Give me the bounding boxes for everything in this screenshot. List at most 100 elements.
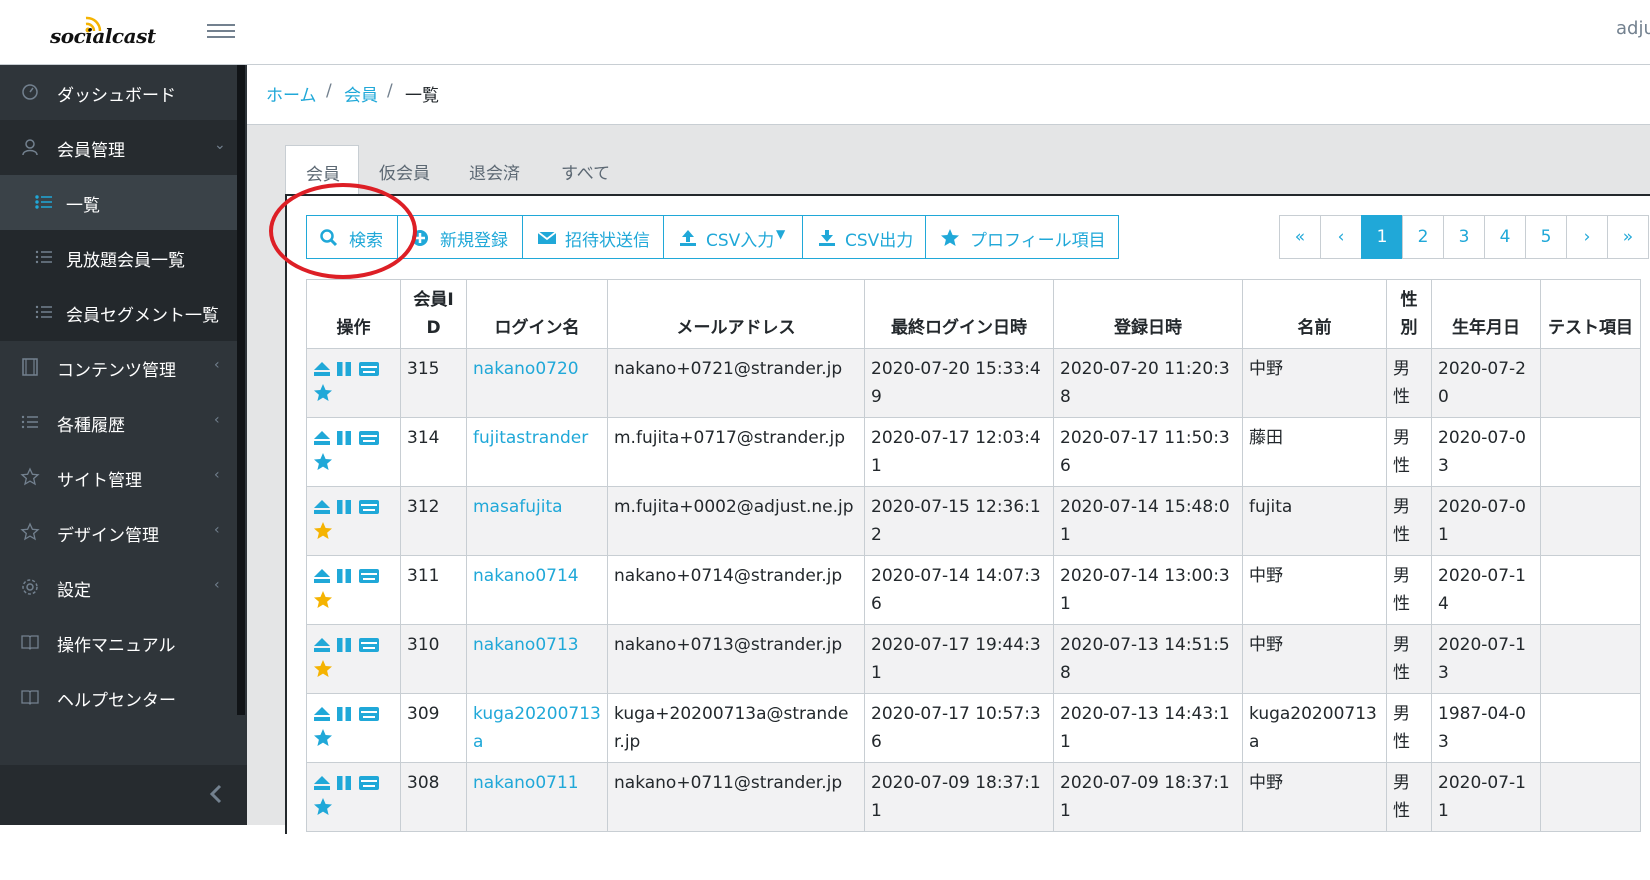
eject-icon[interactable] [313,706,331,722]
column-header[interactable]: 生年月日 [1431,279,1541,349]
sidebar-item-help[interactable]: ヘルプセンター [0,670,237,726]
sidebar-item-member-segments[interactable]: 会員セグメント一覧 [0,285,237,341]
id-card-icon[interactable] [358,568,380,584]
id-card-icon[interactable] [358,499,380,515]
pagination-page-1[interactable]: 1 [1361,215,1403,259]
sidebar-item-manual[interactable]: 操作マニュアル [0,615,237,671]
cell-login[interactable]: fujitastrander [466,417,608,487]
sidebar-item-members[interactable]: 会員管理 ⌄ [0,120,237,176]
sidebar-scrollbar[interactable] [237,65,245,715]
id-card-icon[interactable] [358,775,380,791]
tab-all[interactable]: すべて [541,145,631,195]
sidebar-item-design[interactable]: デザイン管理 ‹ [0,505,237,561]
pause-icon[interactable] [336,499,352,515]
pause-icon[interactable] [336,568,352,584]
pagination-next[interactable]: › [1566,215,1608,259]
user-menu[interactable]: adju [1616,18,1650,39]
pause-icon[interactable] [336,361,352,377]
eject-icon[interactable] [313,637,331,653]
sidebar-item-unlimited-members[interactable]: 見放題会員一覧 [0,230,237,286]
sidebar-item-contents[interactable]: コンテンツ管理 ‹ [0,340,237,396]
eject-icon[interactable] [313,430,331,446]
column-header[interactable]: 登録日時 [1053,279,1243,349]
column-header[interactable]: テスト項目 [1540,279,1641,349]
eject-icon[interactable] [313,568,331,584]
login-name-link[interactable]: nakano0714 [473,566,579,586]
cell-email: nakano+0714@strander.jp [607,555,865,625]
book-icon [20,632,40,652]
cell-value: nakano+0711@strander.jp [614,773,843,793]
csv-import-button[interactable]: CSV入力 ▼ [663,215,803,259]
breadcrumb: ホーム / 会員 / 一覧 [247,65,1650,125]
sidebar-item-dashboard[interactable]: ダッシュボード [0,65,237,121]
star-icon[interactable] [313,383,394,407]
pagination-prev[interactable]: ‹ [1320,215,1362,259]
login-name-link[interactable]: nakano0713 [473,635,579,655]
pause-icon[interactable] [336,775,352,791]
sidebar-item-member-list[interactable]: 一覧 [0,175,237,231]
breadcrumb-home-link[interactable]: ホーム [266,81,317,106]
csv-export-button[interactable]: CSV出力 [802,215,926,259]
tab-members[interactable]: 会員 [285,145,359,195]
column-header[interactable]: ログイン名 [466,279,608,349]
id-card-icon[interactable] [358,637,380,653]
cell-gender: 男性 [1386,693,1432,763]
login-name-link[interactable]: nakano0720 [473,359,579,379]
eject-icon[interactable] [313,775,331,791]
star-icon[interactable] [313,452,394,476]
pagination-last[interactable]: » [1607,215,1649,259]
column-header[interactable]: 性別 [1386,279,1432,349]
tab-withdrawn[interactable]: 退会済 [449,145,541,195]
star-icon[interactable] [313,797,394,821]
pagination-page-2[interactable]: 2 [1402,215,1444,259]
tab-provisional-members[interactable]: 仮会員 [359,145,449,195]
breadcrumb-members-link[interactable]: 会員 [344,81,378,106]
cell-login[interactable]: masafujita [466,486,608,556]
cell-login[interactable]: nakano0714 [466,555,608,625]
star-icon[interactable] [313,728,394,752]
cell-value: 2020-07-14 [1438,566,1526,614]
eject-icon[interactable] [313,499,331,515]
id-card-icon[interactable] [358,361,380,377]
search-button[interactable]: 検索 [306,215,398,259]
column-header[interactable]: メールアドレス [607,279,865,349]
cell-login[interactable]: nakano0713 [466,624,608,694]
pagination-page-3[interactable]: 3 [1443,215,1485,259]
id-card-icon[interactable] [358,706,380,722]
pause-icon[interactable] [336,706,352,722]
sidebar-toggle-button[interactable] [207,20,235,44]
column-header[interactable]: 会員ID [400,279,467,349]
cell-login[interactable]: nakano0711 [466,762,608,832]
cell-login[interactable]: kuga20200713a [466,693,608,763]
cell-login[interactable]: nakano0720 [466,348,608,418]
sidebar-minimize-button[interactable] [0,765,247,825]
cell-test [1540,762,1641,832]
pause-icon[interactable] [336,637,352,653]
user-icon [20,137,40,157]
sidebar-item-settings[interactable]: 設定 ‹ [0,560,237,616]
send-invitation-button[interactable]: 招待状送信 [522,215,664,259]
sidebar-item-site[interactable]: サイト管理 ‹ [0,450,237,506]
login-name-link[interactable]: masafujita [473,497,563,517]
download-icon [819,230,835,246]
star-icon[interactable] [313,659,394,683]
id-card-icon[interactable] [358,430,380,446]
new-registration-button[interactable]: 新規登録 [397,215,523,259]
pagination-first[interactable]: « [1279,215,1321,259]
login-name-link[interactable]: fujitastrander [473,428,588,448]
login-name-link[interactable]: kuga20200713a [473,704,601,752]
sidebar-item-history[interactable]: 各種履歴 ‹ [0,395,237,451]
eject-icon[interactable] [313,361,331,377]
pagination-page-4[interactable]: 4 [1484,215,1526,259]
column-header[interactable]: 最終ログイン日時 [864,279,1054,349]
pagination-page-5[interactable]: 5 [1525,215,1567,259]
brand-logo[interactable]: socialcast [44,16,156,52]
actions-cell [306,693,401,763]
pause-icon[interactable] [336,430,352,446]
star-icon[interactable] [313,590,394,614]
cell-value: 312 [407,497,440,517]
login-name-link[interactable]: nakano0711 [473,773,579,793]
column-header[interactable]: 名前 [1242,279,1387,349]
profile-fields-button[interactable]: プロフィール項目 [925,215,1119,259]
star-icon[interactable] [313,521,394,545]
